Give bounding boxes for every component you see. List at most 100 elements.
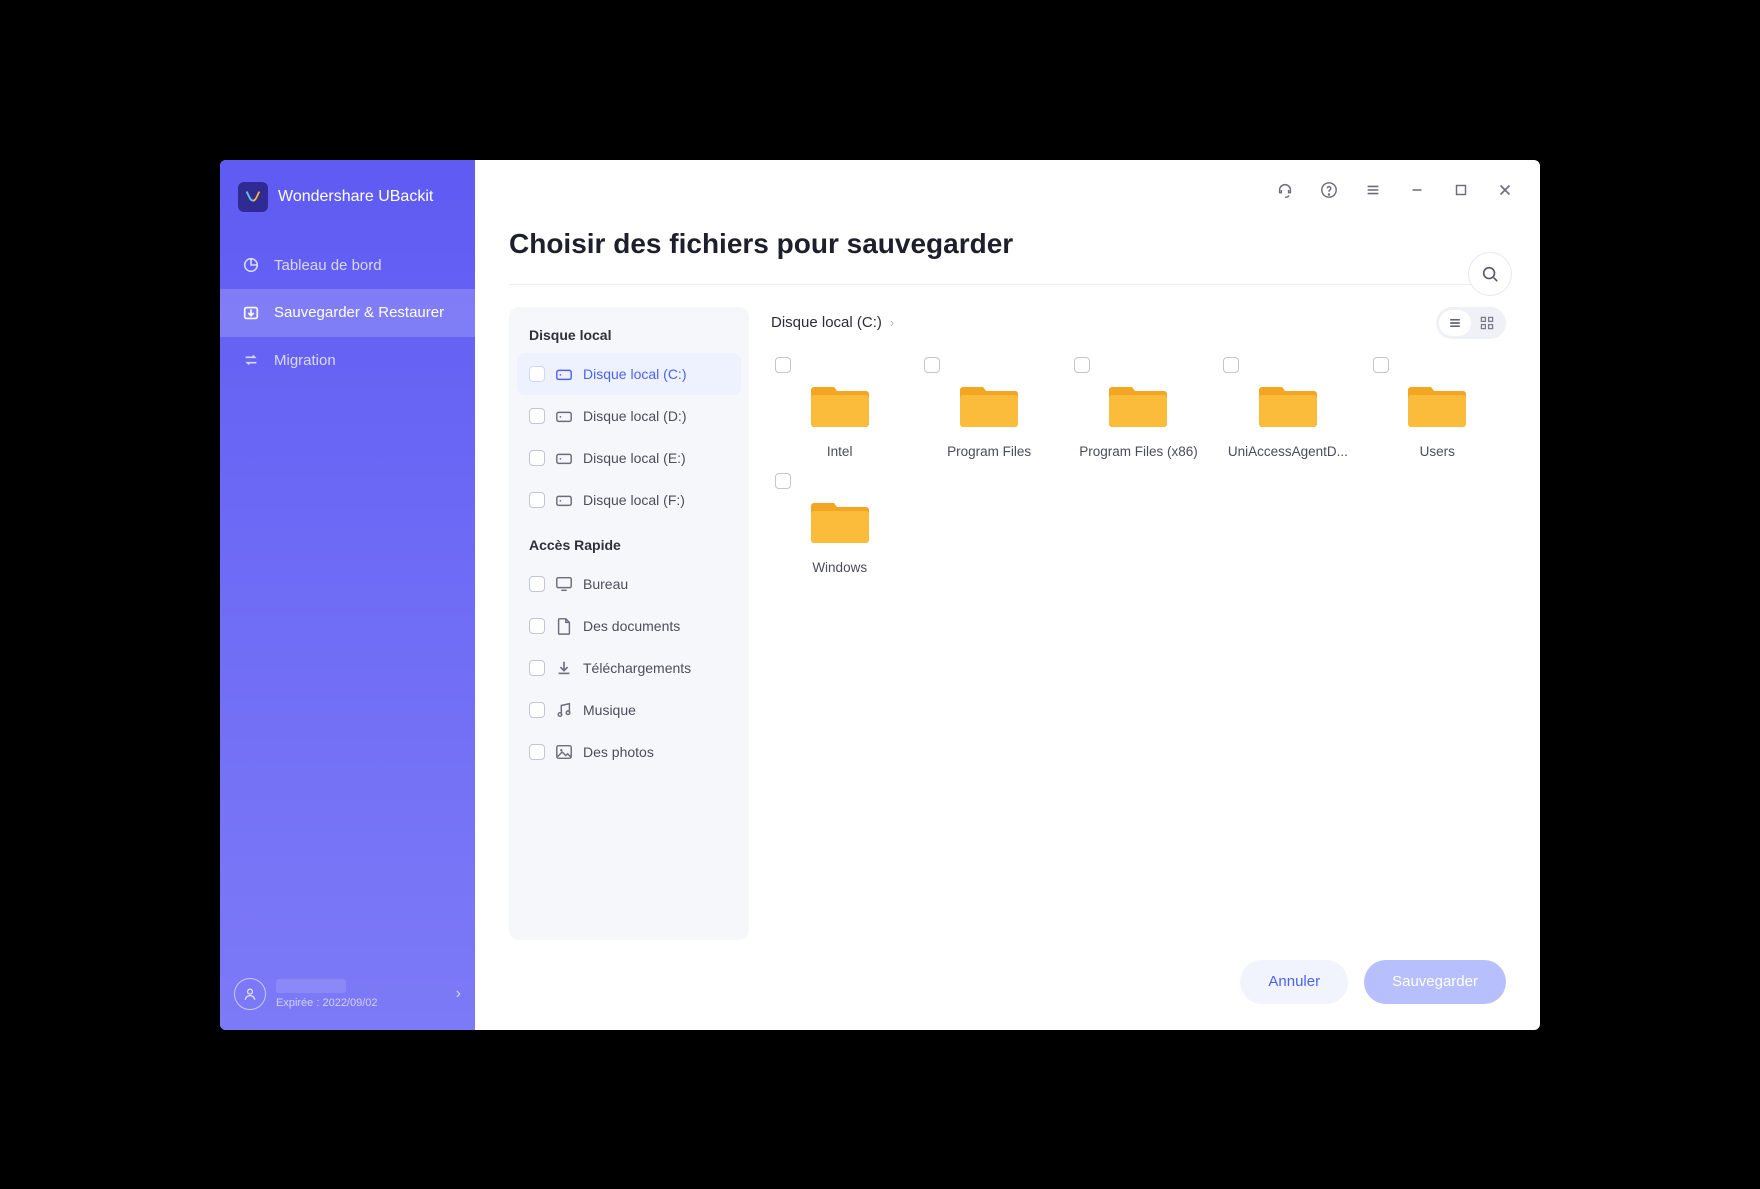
divider [509, 284, 1506, 285]
nav-migration[interactable]: Migration [220, 337, 475, 385]
content: Choisir des fichiers pour sauvegarder Di… [475, 220, 1540, 940]
breadcrumb[interactable]: Disque local (C:) › [771, 314, 894, 331]
minimize-icon[interactable] [1408, 181, 1426, 199]
folder-checkbox[interactable] [775, 357, 791, 373]
backup-icon [242, 304, 260, 322]
folder-checkbox[interactable] [1373, 357, 1389, 373]
sidebar: Wondershare UBackit Tableau de bord Sauv… [220, 160, 475, 1030]
source-label: Des photos [583, 744, 654, 760]
folder-label: Program Files [947, 444, 1031, 459]
sidebar-nav: Tableau de bord Sauvegarder & Restaurer … [220, 242, 475, 385]
cancel-button[interactable]: Annuler [1240, 960, 1348, 1004]
download-icon [555, 659, 573, 677]
folder-icon [810, 375, 870, 434]
monitor-icon [555, 575, 573, 593]
source-label: Disque local (C:) [583, 366, 686, 382]
source-label: Disque local (E:) [583, 450, 686, 466]
folder-label: UniAccessAgentD... [1228, 444, 1348, 459]
source-checkbox[interactable] [529, 618, 545, 634]
source-checkbox[interactable] [529, 408, 545, 424]
chevron-right-icon: › [456, 985, 461, 1003]
image-icon [555, 743, 573, 761]
close-icon[interactable] [1496, 181, 1514, 199]
file-browser: Disque local (C:) › Intel Program Files Pr… [771, 307, 1506, 940]
save-button[interactable]: Sauvegarder [1364, 960, 1506, 1004]
source-label: Disque local (D:) [583, 408, 686, 424]
source-label: Disque local (F:) [583, 492, 685, 508]
source-checkbox[interactable] [529, 366, 545, 382]
footer-bar: Annuler Sauvegarder [475, 940, 1540, 1030]
disk-icon [555, 407, 573, 425]
brand: Wondershare UBackit [220, 160, 475, 242]
titlebar [475, 160, 1540, 220]
list-view-button[interactable] [1439, 310, 1471, 336]
source-disk-e[interactable]: Disque local (E:) [517, 437, 741, 479]
account-name-redacted [276, 979, 346, 993]
folder-item[interactable]: Windows [771, 471, 908, 575]
page-title: Choisir des fichiers pour sauvegarder [509, 220, 1506, 284]
folder-icon [1258, 375, 1318, 434]
folder-label: Intel [827, 444, 853, 459]
search-button[interactable] [1468, 252, 1512, 296]
view-toggle [1436, 307, 1506, 339]
source-quick-photos[interactable]: Des photos [517, 731, 741, 773]
source-disk-f[interactable]: Disque local (F:) [517, 479, 741, 521]
folder-icon [959, 375, 1019, 434]
folder-checkbox[interactable] [924, 357, 940, 373]
support-icon[interactable] [1276, 181, 1294, 199]
source-heading-disks: Disque local [517, 321, 741, 353]
nav-dashboard[interactable]: Tableau de bord [220, 242, 475, 290]
avatar-icon [234, 978, 266, 1010]
disk-icon [555, 491, 573, 509]
account-footer[interactable]: Expirée : 2022/09/02 › [220, 968, 475, 1030]
source-quick-desktop[interactable]: Bureau [517, 563, 741, 605]
nav-label: Sauvegarder & Restaurer [274, 303, 444, 323]
folder-icon [1407, 375, 1467, 434]
source-checkbox[interactable] [529, 450, 545, 466]
main-panel: Choisir des fichiers pour sauvegarder Di… [475, 160, 1540, 1030]
account-info: Expirée : 2022/09/02 [276, 979, 446, 1009]
source-quick-downloads[interactable]: Téléchargements [517, 647, 741, 689]
source-panel: Disque local Disque local (C:) Disque lo… [509, 307, 749, 940]
folder-checkbox[interactable] [1074, 357, 1090, 373]
menu-icon[interactable] [1364, 181, 1382, 199]
brand-name: Wondershare UBackit [278, 188, 433, 206]
folder-item[interactable]: Program Files (x86) [1070, 355, 1207, 459]
source-label: Des documents [583, 618, 680, 634]
disk-icon [555, 365, 573, 383]
folder-item[interactable]: Program Files [920, 355, 1057, 459]
source-quick-documents[interactable]: Des documents [517, 605, 741, 647]
folder-checkbox[interactable] [1223, 357, 1239, 373]
grid-view-button[interactable] [1471, 310, 1503, 336]
source-disk-c[interactable]: Disque local (C:) [517, 353, 741, 395]
source-disk-d[interactable]: Disque local (D:) [517, 395, 741, 437]
music-icon [555, 701, 573, 719]
brand-logo-icon [238, 182, 268, 212]
source-label: Bureau [583, 576, 628, 592]
source-heading-quick: Accès Rapide [517, 531, 741, 563]
source-quick-music[interactable]: Musique [517, 689, 741, 731]
help-icon[interactable] [1320, 181, 1338, 199]
account-expiry: Expirée : 2022/09/02 [276, 997, 446, 1009]
folder-icon [810, 491, 870, 550]
folder-item[interactable]: UniAccessAgentD... [1219, 355, 1356, 459]
maximize-icon[interactable] [1452, 181, 1470, 199]
source-checkbox[interactable] [529, 702, 545, 718]
nav-backup-restore[interactable]: Sauvegarder & Restaurer [220, 289, 475, 337]
source-checkbox[interactable] [529, 576, 545, 592]
source-label: Musique [583, 702, 636, 718]
source-checkbox[interactable] [529, 660, 545, 676]
migrate-icon [242, 351, 260, 369]
document-icon [555, 617, 573, 635]
folder-icon [1108, 375, 1168, 434]
source-checkbox[interactable] [529, 492, 545, 508]
pie-chart-icon [242, 256, 260, 274]
nav-label: Migration [274, 351, 336, 371]
folder-checkbox[interactable] [775, 473, 791, 489]
folder-item[interactable]: Intel [771, 355, 908, 459]
disk-icon [555, 449, 573, 467]
folder-item[interactable]: Users [1369, 355, 1506, 459]
folder-label: Users [1420, 444, 1455, 459]
source-checkbox[interactable] [529, 744, 545, 760]
browser-header: Disque local (C:) › [771, 307, 1506, 349]
